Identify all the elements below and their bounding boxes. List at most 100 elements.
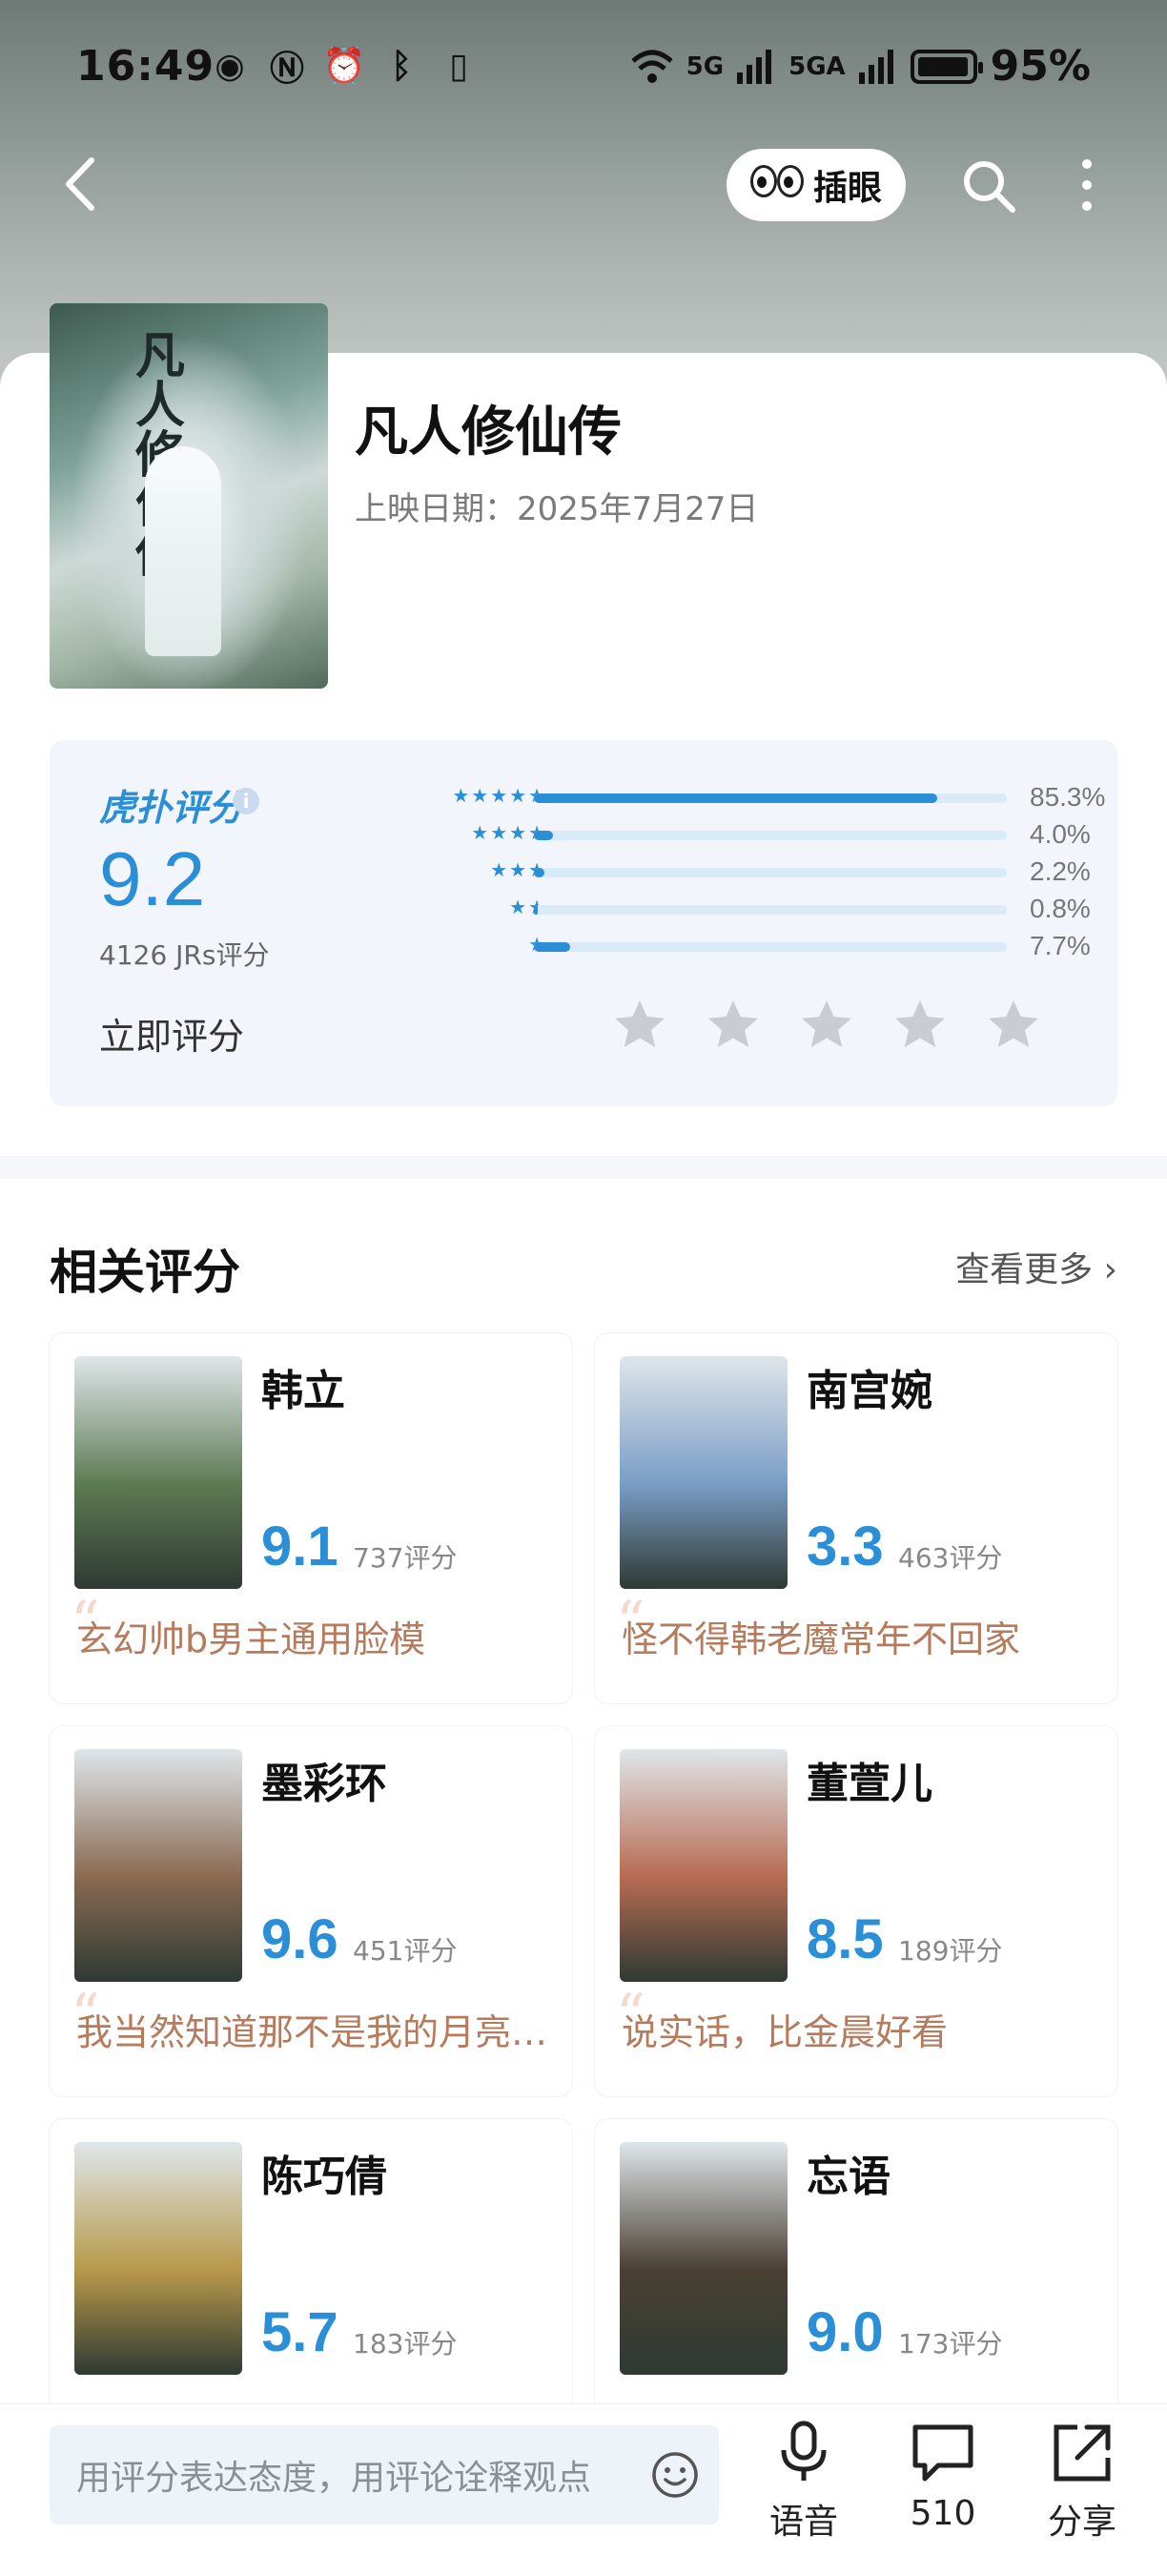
comment-input[interactable]: 用评分表达态度，用评论诠释观点 [50, 2425, 719, 2524]
rating-bar-row: ★★ 0.8% [364, 894, 1108, 931]
character-quote: 我当然知道那不是我的月亮… [76, 2011, 548, 2053]
bar-track [534, 793, 1007, 803]
voice-label: 语音 [768, 2503, 838, 2542]
bar-fill [534, 831, 553, 840]
eyes-icon [749, 164, 804, 206]
show-poster[interactable]: 凡人修仙传 [50, 303, 328, 689]
character-thumbnail [74, 1749, 242, 1982]
info-icon[interactable]: i [233, 788, 259, 814]
back-icon[interactable] [53, 151, 111, 217]
status-icons: ◉ Ⓝ ⏰ ᛒ ▯ [208, 44, 481, 90]
character-thumbnail [74, 1356, 242, 1589]
character-rating-count: 737评分 [353, 1542, 458, 1574]
share-button[interactable]: 分享 [1030, 2420, 1135, 2544]
network-5ga: 5GA [788, 52, 846, 81]
bar-percent: 4.0% [1030, 819, 1091, 849]
see-more-link[interactable]: 查看更多 › [955, 1242, 1117, 1291]
peek-button[interactable]: 插眼 [727, 149, 906, 221]
related-card[interactable]: 董萱儿 8.5 189评分 “说实话，比金晨好看 [595, 1726, 1117, 2096]
bar-percent: 0.8% [1030, 894, 1091, 923]
wifi-icon [631, 50, 673, 83]
character-thumbnail [74, 2142, 242, 2375]
bar-track [534, 831, 1007, 840]
share-icon [1054, 2424, 1111, 2482]
more-icon[interactable] [1058, 155, 1116, 216]
search-icon[interactable] [957, 155, 1018, 216]
rating-count: 4126 JRs评分 [99, 939, 270, 971]
character-rating-count: 173评分 [898, 2328, 1003, 2360]
character-name: 董萱儿 [807, 1760, 932, 1808]
character-score: 9.6 [261, 1908, 338, 1970]
voice-button[interactable]: 语音 [751, 2420, 856, 2544]
rating-bar-row: ★7.7% [364, 931, 1108, 968]
character-thumbnail [620, 1749, 788, 1982]
rate-star-icon[interactable] [892, 998, 948, 1053]
signal-icon-2 [858, 49, 893, 84]
signal-icon [737, 49, 772, 84]
character-name: 南宫婉 [807, 1367, 932, 1415]
character-rating-count: 183评分 [353, 2328, 458, 2360]
character-score: 9.1 [261, 1515, 338, 1577]
character-name: 韩立 [261, 1367, 345, 1415]
comment-count: 510 [910, 2494, 976, 2533]
bar-fill [534, 868, 544, 877]
character-name: 陈巧倩 [261, 2153, 387, 2201]
bar-fill [534, 942, 571, 952]
character-name: 墨彩环 [261, 1760, 387, 1808]
character-thumbnail [620, 2142, 788, 2375]
related-card[interactable]: 韩立 9.1 737评分 “玄幻帅b男主通用脸模 [50, 1333, 572, 1703]
bar-percent: 2.2% [1030, 856, 1091, 886]
character-score: 3.3 [807, 1515, 884, 1577]
comments-button[interactable]: 510 [891, 2420, 995, 2533]
character-quote: 玄幻帅b男主通用脸模 [76, 1618, 426, 1660]
character-score: 8.5 [807, 1908, 884, 1970]
related-ratings-section: 相关评分 查看更多 › 韩立 9.1 737评分 “玄幻帅b男主通用脸模 南宫婉 3.3 4… [0, 1179, 1167, 2489]
rating-bar-row: ★★★★★ 85.3% [364, 782, 1108, 819]
rate-stars [612, 998, 1041, 1053]
rate-star-icon[interactable] [612, 998, 667, 1053]
page-title: 凡人修仙传 [355, 402, 622, 464]
network-5g: 5G [686, 52, 725, 81]
character-quote: 说实话，比金晨好看 [622, 2011, 949, 2053]
bar-track [534, 868, 1007, 877]
rating-distribution: ★★★★★ 85.3% ★★★★4.0%★★★2.2%★★0.8%★7.7% [364, 782, 1108, 968]
character-thumbnail [620, 1356, 788, 1589]
bottom-bar: 用评分表达态度，用评论诠释观点 语音 510 分享 [0, 2403, 1167, 2576]
related-card[interactable]: 南宫婉 3.3 463评分 “怪不得韩老魔常年不回家 [595, 1333, 1117, 1703]
character-name: 忘语 [807, 2153, 891, 2201]
character-rating-count: 189评分 [898, 1935, 1003, 1967]
bar-fill [534, 905, 538, 915]
rating-bar-row: ★★★ 2.2% [364, 856, 1108, 894]
section-title: 相关评分 [50, 1245, 240, 1300]
character-quote: 怪不得韩老魔常年不回家 [622, 1618, 1021, 1660]
comment-placeholder: 用评分表达态度，用评论诠释观点 [76, 2459, 592, 2498]
rate-star-icon[interactable] [706, 998, 761, 1053]
emoji-icon[interactable] [650, 2450, 700, 2500]
share-label: 分享 [1047, 2503, 1116, 2542]
character-score: 5.7 [261, 2301, 338, 2363]
rate-star-icon[interactable] [986, 998, 1041, 1053]
alarm-icon: ⏰ [322, 47, 366, 86]
eye-icon: ◉ [215, 46, 245, 86]
rating-bar-row: ★★★★ 4.0% [364, 819, 1108, 856]
character-score: 9.0 [807, 2301, 884, 2363]
bar-stars-icon: ★★★★★ [452, 784, 547, 807]
rate-star-icon[interactable] [799, 998, 854, 1053]
battery-percent: 95% [990, 42, 1091, 91]
comment-icon [912, 2424, 973, 2482]
release-date: 上映日期：2025年7月27日 [355, 490, 759, 528]
overall-score: 9.2 [99, 836, 206, 921]
peek-label: 插眼 [812, 169, 882, 208]
bar-fill [534, 793, 938, 803]
bluetooth-icon: ᛒ [391, 46, 412, 86]
rate-now-label: 立即评分 [99, 1016, 245, 1058]
status-right: 5G 5GA 95% [631, 42, 1091, 91]
related-card[interactable]: 墨彩环 9.6 451评分 “我当然知道那不是我的月亮… [50, 1726, 572, 2096]
nfc-icon: Ⓝ [269, 50, 304, 89]
character-rating-count: 451评分 [353, 1935, 458, 1967]
bar-track [534, 905, 1007, 915]
bar-percent: 7.7% [1030, 931, 1091, 960]
poster-figure [145, 446, 221, 656]
character-rating-count: 463评分 [898, 1542, 1003, 1574]
rating-box: 虎扑评分® i 9.2 4126 JRs评分 立即评分 ★★★★★85.3%★★… [50, 740, 1117, 1106]
